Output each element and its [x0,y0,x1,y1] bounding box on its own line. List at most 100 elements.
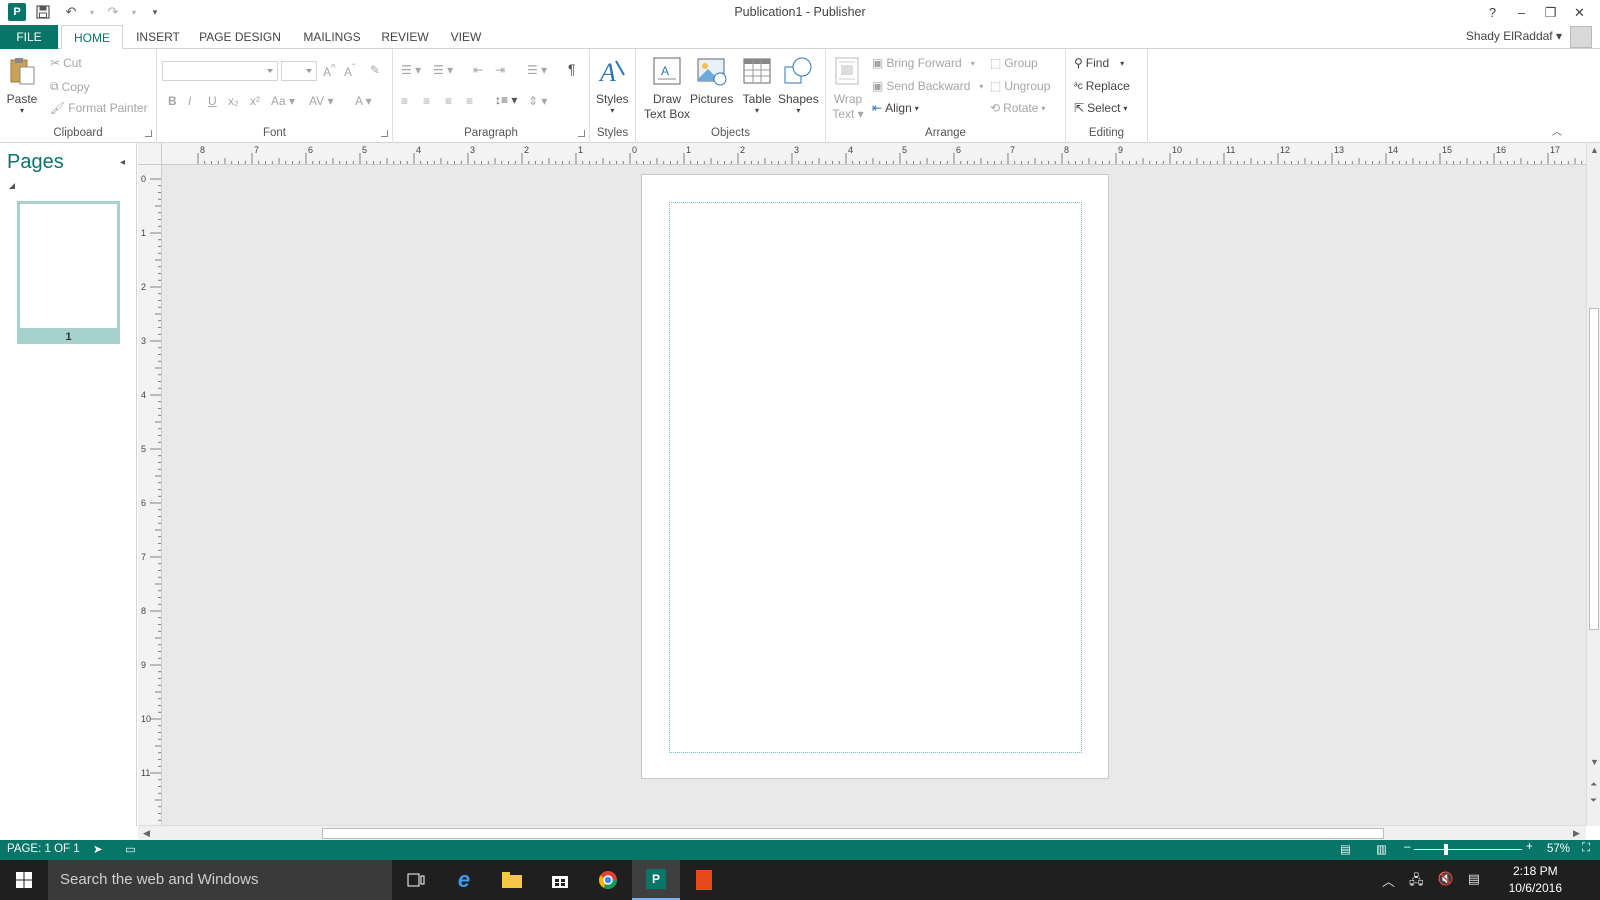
bullets-icon[interactable]: ☰ ▾ [401,63,421,77]
replace-button[interactable]: ᵃc Replace [1074,79,1130,93]
paragraph-spacing-icon[interactable]: ⇕ ▾ [528,94,547,108]
publication-page[interactable] [641,174,1109,779]
avatar[interactable] [1570,26,1592,48]
tab-page-design[interactable]: PAGE DESIGN [196,25,284,49]
format-painter-button[interactable]: 🖌 Format Painter [50,101,148,115]
paragraph-launcher-icon[interactable] [578,130,585,137]
zoom-out-icon[interactable]: – [1404,841,1410,853]
horizontal-scroll-thumb[interactable] [322,828,1384,839]
workspace-canvas[interactable] [162,165,1586,825]
horizontal-scrollbar[interactable]: ◀ ▶ [138,825,1586,840]
select-button[interactable]: ⇱ Select ▾ [1074,101,1127,115]
shrink-font-icon[interactable]: Aˇ [344,63,355,79]
undo-icon[interactable]: ↶ [60,2,82,22]
tab-insert[interactable]: INSERT [130,25,186,49]
zoom-slider[interactable] [1414,849,1522,850]
group-button[interactable]: ⬚ Group [990,56,1038,70]
font-name-input[interactable] [162,61,278,81]
customize-qat-icon[interactable]: ▾ [144,2,166,22]
align-button[interactable]: ⇤ Align ▾ [872,101,919,115]
fit-page-icon[interactable]: ⛶ [1582,842,1590,855]
scroll-right-icon[interactable]: ▶ [1573,828,1580,839]
change-case-icon[interactable]: Aa ▾ [271,94,295,108]
task-view-icon[interactable] [392,860,440,900]
line-spacing-icon[interactable]: ↕≡ ▾ [495,93,517,107]
office-icon[interactable] [680,860,728,900]
paste-button[interactable]: Paste ▾ [6,55,38,115]
show-hidden-icons-icon[interactable]: ︿ [1382,871,1395,893]
page-thumbnail[interactable]: 1 [17,201,120,344]
taskbar-clock[interactable]: 2:18 PM 10/6/2016 [1509,863,1562,897]
ungroup-button[interactable]: ⬚ Ungroup [990,79,1050,93]
bold-icon[interactable]: B [168,94,177,108]
grow-font-icon[interactable]: A^ [323,63,336,79]
italic-icon[interactable]: I [188,94,191,108]
publisher-taskbar-icon[interactable]: P [632,860,680,900]
shapes-button[interactable]: Shapes ▾ [778,55,819,115]
subscript-icon[interactable]: x₂ [228,94,239,108]
zoom-slider-knob[interactable] [1444,844,1448,855]
table-button[interactable]: Table ▾ [741,55,773,115]
rotate-button[interactable]: ⟲ Rotate ▾ [990,101,1045,115]
tab-review[interactable]: REVIEW [376,25,434,49]
scroll-up-icon[interactable]: ▲ [1590,145,1599,155]
help-button[interactable]: ? [1478,0,1507,25]
restore-button[interactable]: ❐ [1536,0,1565,25]
wrap-text-button[interactable]: Wrap Text ▾ [832,55,864,122]
chrome-icon[interactable] [584,860,632,900]
close-button[interactable]: ✕ [1565,0,1594,25]
tab-mailings[interactable]: MAILINGS [296,25,368,49]
justify-icon[interactable]: ≡ [466,94,473,108]
vertical-scrollbar[interactable]: ▲ ▼ ⏶ ⏷ [1586,143,1600,826]
file-explorer-icon[interactable] [488,860,536,900]
vertical-scroll-thumb[interactable] [1589,308,1599,630]
action-center-icon[interactable]: ▤ [1468,871,1480,893]
ruler-corner[interactable] [138,143,162,165]
network-icon[interactable]: 🖧 [1409,871,1424,893]
store-icon[interactable] [536,860,584,900]
scroll-down-icon[interactable]: ▼ [1590,757,1599,767]
cut-button[interactable]: ✂ Cut [50,56,82,70]
collapse-ribbon-icon[interactable]: ︿ [1552,123,1562,138]
find-button[interactable]: ⚲ Find ▾ [1074,56,1124,70]
increase-indent-icon[interactable]: ⇥ [495,63,505,77]
start-button[interactable] [0,860,48,900]
collapse-pages-pane-icon[interactable]: ◂ [120,157,125,168]
tab-home[interactable]: HOME [61,25,123,50]
bring-forward-button[interactable]: ▣ Bring Forward ▾ [872,56,975,70]
font-color-icon[interactable]: A ▾ [355,94,372,108]
clipboard-launcher-icon[interactable] [145,130,152,137]
copy-button[interactable]: ⧉ Copy [50,79,90,94]
superscript-icon[interactable]: x² [250,94,260,108]
columns-icon[interactable]: ☰ ▾ [527,63,547,77]
character-spacing-icon[interactable]: AV ▾ [309,94,333,108]
volume-muted-icon[interactable]: 🔇 [1438,871,1454,893]
previous-page-icon[interactable]: ⏶ [1590,779,1597,790]
underline-icon[interactable]: U [208,94,217,108]
styles-button[interactable]: A Styles ▾ [596,55,629,115]
numbering-icon[interactable]: ☰ ▾ [433,63,453,77]
clear-formatting-icon[interactable]: ✎ [370,63,380,77]
tab-file[interactable]: FILE [0,25,58,49]
font-size-input[interactable] [281,61,317,81]
align-right-icon[interactable]: ≡ [445,94,452,108]
align-center-icon[interactable]: ≡ [423,94,430,108]
next-page-icon[interactable]: ⏷ [1590,795,1597,806]
redo-icon[interactable]: ↷ [102,2,124,22]
zoom-level[interactable]: 57% [1547,843,1570,855]
page-indicator[interactable]: PAGE: 1 OF 1 [7,843,80,855]
edge-browser-icon[interactable]: e [440,860,488,900]
horizontal-ruler[interactable]: 8 7 6 5 4 3 2 1 0 1 2 3 4 5 6 7 8 9 10 11 12 13 14 15 16 17 [162,143,1586,165]
redo-dropdown-icon[interactable]: ▾ [130,2,138,22]
vertical-ruler[interactable]: 0 1 2 3 4 5 6 7 8 9 10 11 [138,165,162,825]
align-left-icon[interactable]: ≡ [401,94,408,108]
pictures-button[interactable]: Pictures [690,55,733,107]
send-backward-button[interactable]: ▣ Send Backward ▾ [872,79,983,93]
publisher-app-icon[interactable]: P [8,3,26,21]
minimize-button[interactable]: – [1507,0,1536,25]
user-account[interactable]: Shady ElRaddaf ▾ [1466,29,1562,43]
undo-dropdown-icon[interactable]: ▾ [88,2,96,22]
save-icon[interactable] [32,2,54,22]
tab-view[interactable]: VIEW [444,25,488,49]
two-page-view-icon[interactable]: ▥ [1376,842,1387,856]
